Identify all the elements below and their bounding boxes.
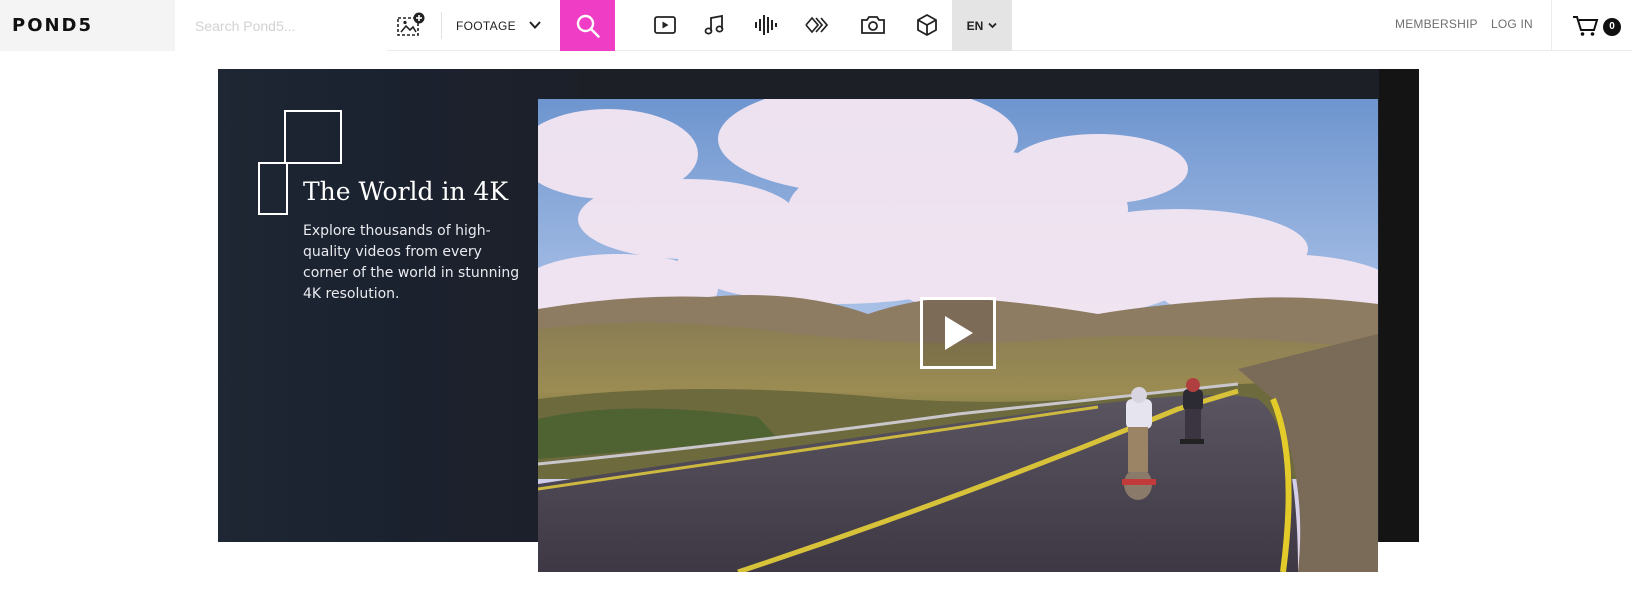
decorative-square bbox=[284, 110, 342, 164]
hero-right-edge bbox=[1379, 69, 1419, 542]
photo-icon bbox=[861, 16, 885, 34]
featured-video-thumbnail[interactable] bbox=[538, 99, 1378, 572]
cart-icon bbox=[1573, 15, 1599, 36]
category-3d-button[interactable] bbox=[910, 9, 944, 41]
top-navigation-bar: POND5 FOOTAGE bbox=[0, 0, 1632, 51]
media-type-label: FOOTAGE bbox=[456, 18, 516, 33]
search-button[interactable] bbox=[560, 0, 615, 51]
login-link[interactable]: LOG IN bbox=[1491, 17, 1533, 31]
category-video-button[interactable] bbox=[648, 9, 682, 41]
search-icon bbox=[576, 14, 600, 38]
image-search-icon bbox=[397, 12, 425, 36]
video-icon bbox=[654, 16, 676, 34]
category-photo-button[interactable] bbox=[856, 9, 890, 41]
logo-container[interactable]: POND5 bbox=[0, 0, 175, 51]
after-effects-icon bbox=[805, 16, 829, 34]
cart-count-badge: 0 bbox=[1603, 17, 1621, 36]
hero-text-panel bbox=[218, 69, 578, 542]
search-container bbox=[175, 0, 387, 51]
play-video-button[interactable] bbox=[920, 297, 996, 369]
image-search-button[interactable] bbox=[395, 10, 427, 40]
music-icon bbox=[704, 14, 724, 35]
media-type-dropdown[interactable]: FOOTAGE bbox=[456, 0, 560, 51]
hero-description: Explore thousands of high-quality videos… bbox=[303, 223, 520, 302]
decorative-square bbox=[258, 162, 288, 215]
category-after-effects-button[interactable] bbox=[801, 9, 835, 41]
language-selector[interactable]: EN bbox=[952, 0, 1012, 51]
language-label: EN bbox=[966, 18, 984, 33]
sound-effects-icon bbox=[755, 15, 777, 35]
chevron-down-icon bbox=[529, 21, 541, 29]
category-sound-effects-button[interactable] bbox=[749, 9, 783, 41]
membership-link[interactable]: MEMBERSHIP bbox=[1395, 17, 1478, 31]
search-input[interactable] bbox=[195, 17, 375, 34]
header-divider bbox=[441, 12, 442, 39]
pond5-logo[interactable]: POND5 bbox=[12, 15, 93, 36]
play-icon bbox=[945, 316, 973, 350]
hero-title: The World in 4K bbox=[303, 177, 509, 206]
caret-down-icon bbox=[988, 22, 997, 29]
category-music-button[interactable] bbox=[698, 9, 732, 41]
cart-button[interactable]: 0 bbox=[1551, 0, 1632, 51]
3d-model-icon bbox=[917, 13, 937, 37]
